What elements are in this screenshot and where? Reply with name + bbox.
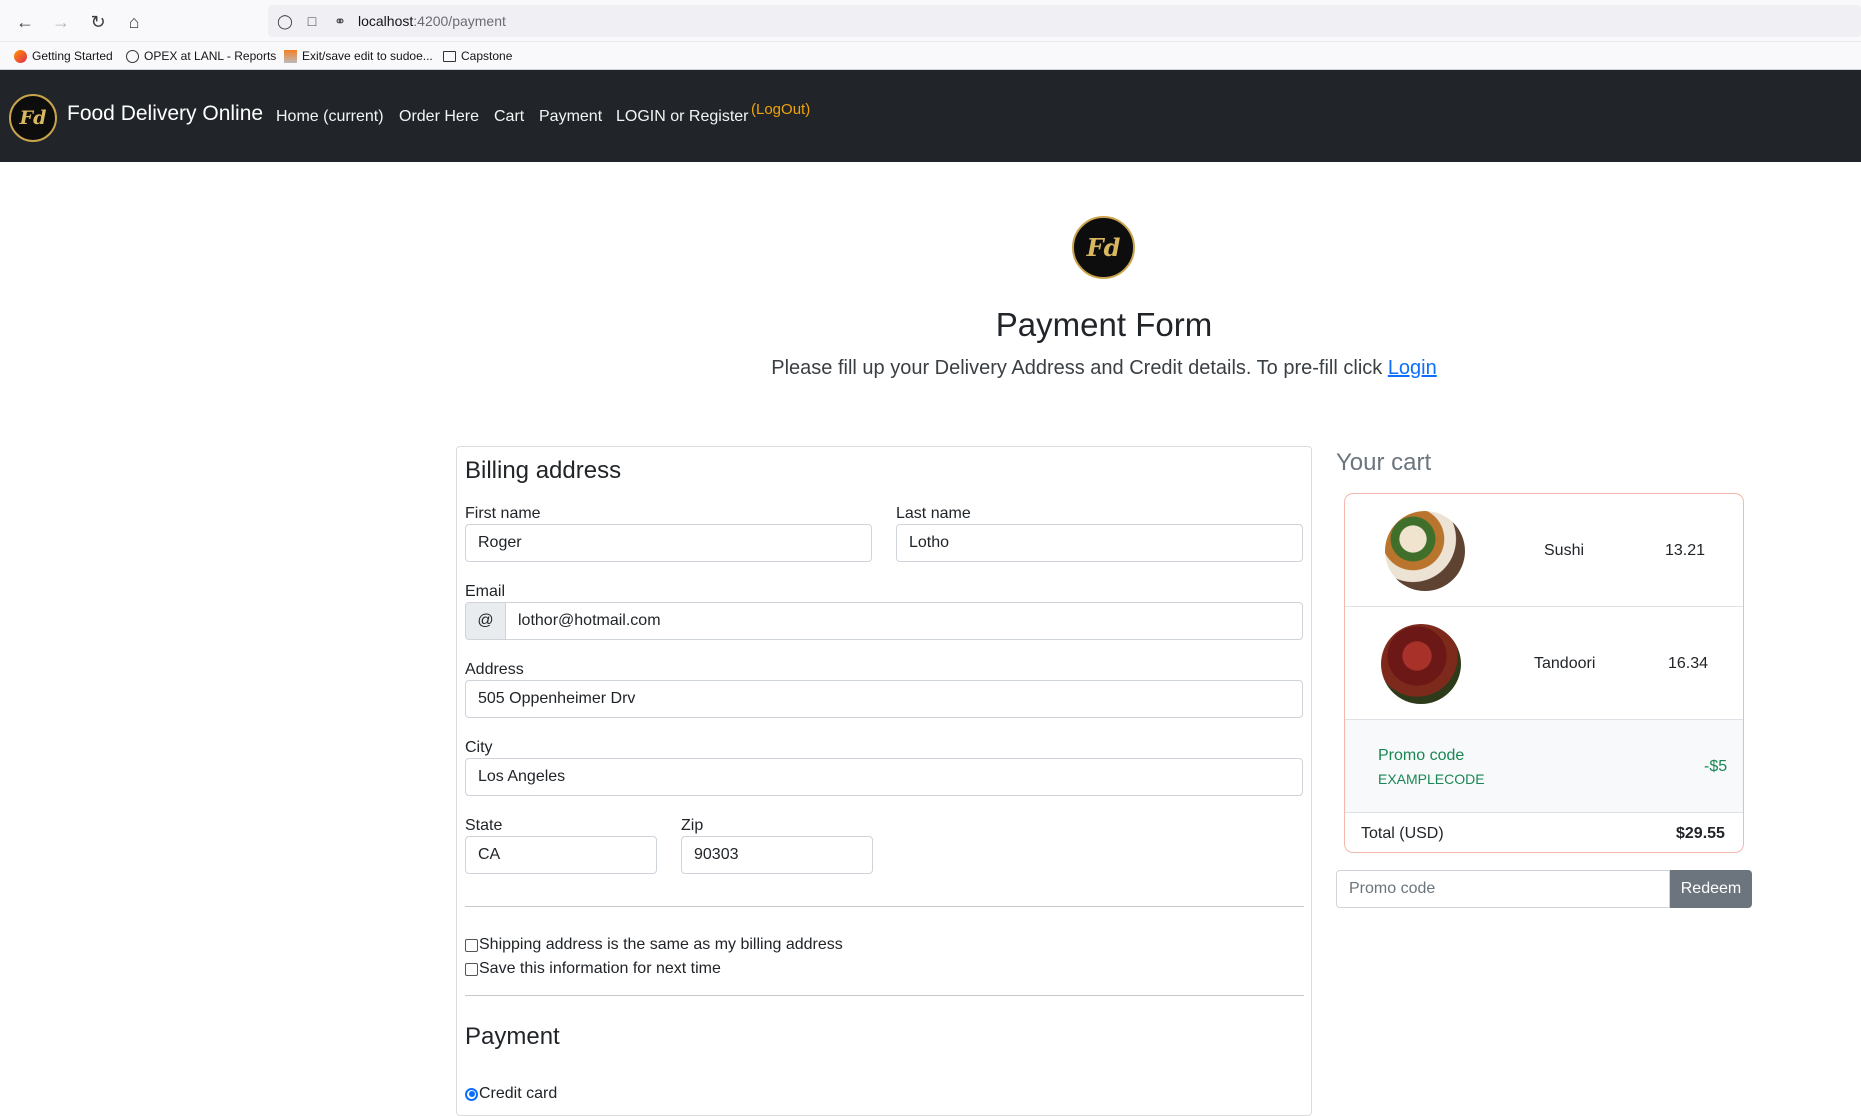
last-name-label: Last name <box>896 505 971 522</box>
forward-icon[interactable]: → <box>48 9 74 35</box>
promo-amount: -$5 <box>1704 758 1728 775</box>
credit-card-radio[interactable] <box>465 1087 478 1101</box>
email-at-prefix: @ <box>465 602 506 640</box>
logout-link[interactable]: (LogOut) <box>751 101 810 118</box>
page-icon[interactable]: □ <box>299 8 325 34</box>
login-link[interactable]: Login <box>1388 357 1437 379</box>
bookmark-label: Capstone <box>461 49 513 63</box>
back-icon[interactable]: ← <box>12 9 38 35</box>
save-info-checkbox[interactable] <box>465 962 478 976</box>
navbar: Fd Food Delivery Online Home (current) O… <box>0 70 1861 162</box>
cart-item-price: 13.21 <box>1665 542 1706 559</box>
url-host: localhost <box>358 13 414 29</box>
nav-order-here[interactable]: Order Here <box>399 108 479 126</box>
bookmark-label: Getting Started <box>32 49 113 63</box>
address-input[interactable]: 505 Oppenheimer Drv <box>465 680 1303 718</box>
cart-heading: Your cart <box>1336 449 1432 476</box>
globe-icon <box>126 49 139 63</box>
home-icon[interactable]: ⌂ <box>121 9 147 35</box>
nav-login-register[interactable]: LOGIN or Register <box>616 108 748 126</box>
zip-input[interactable]: 90303 <box>681 836 873 874</box>
promo-row: Promo code EXAMPLECODE -$5 <box>1345 720 1743 813</box>
state-input[interactable]: CA <box>465 836 657 874</box>
page-title: Payment Form <box>995 306 1213 343</box>
promo-code-input[interactable]: Promo code <box>1336 870 1670 908</box>
nav-cart[interactable]: Cart <box>494 108 524 126</box>
cart-item: Tandoori 16.34 <box>1345 607 1743 720</box>
browser-toolbar: ← → ↻ ⌂ ◯ □ ⚭ localhost:4200/payment <box>0 0 1861 42</box>
bookmark-opex[interactable]: OPEX at LANL - Reports <box>126 49 276 63</box>
cart-item: Sushi 13.21 <box>1345 494 1743 607</box>
folder-icon <box>443 50 456 62</box>
state-label: State <box>465 817 503 834</box>
divider <box>465 995 1304 996</box>
first-name-label: First name <box>465 505 541 522</box>
cart-item-name: Tandoori <box>1534 655 1596 672</box>
bookmark-getting-started[interactable]: Getting Started <box>14 49 113 63</box>
lead-sentence: Please fill up your Delivery Address and… <box>771 357 1388 379</box>
city-label: City <box>465 739 493 756</box>
billing-heading: Billing address <box>465 457 622 484</box>
shield-icon[interactable]: ◯ <box>272 8 298 34</box>
last-name-input[interactable]: Lotho <box>896 524 1303 562</box>
credit-card-radio-row[interactable]: Credit card <box>465 1085 557 1103</box>
cart-list: Sushi 13.21 Tandoori 16.34 Promo code EX… <box>1344 493 1744 853</box>
tandoori-image <box>1381 624 1461 704</box>
total-value: $29.55 <box>1676 825 1725 842</box>
url-bar[interactable] <box>268 5 1861 37</box>
email-label: Email <box>465 583 506 600</box>
address-label: Address <box>465 661 524 678</box>
total-label: Total (USD) <box>1361 825 1444 842</box>
sushi-image <box>1385 511 1465 591</box>
cart-item-name: Sushi <box>1544 542 1585 559</box>
nav-payment[interactable]: Payment <box>539 108 602 126</box>
bookmark-exit-save[interactable]: Exit/save edit to sudoe... <box>284 49 433 63</box>
divider <box>465 906 1304 907</box>
bookmark-label: Exit/save edit to sudoe... <box>302 49 433 63</box>
reload-icon[interactable]: ↻ <box>85 9 111 35</box>
url-text[interactable]: localhost:4200/payment <box>358 13 506 29</box>
url-path: :4200/payment <box>413 13 506 29</box>
redeem-button[interactable]: Redeem <box>1670 870 1752 908</box>
zip-label: Zip <box>681 817 704 834</box>
key-icon[interactable]: ⚭ <box>327 8 353 34</box>
promo-title: Promo code <box>1378 747 1465 764</box>
save-info-label: Save this information for next time <box>479 960 721 977</box>
same-address-checkbox[interactable] <box>465 938 478 952</box>
payment-heading: Payment <box>465 1023 560 1050</box>
firefox-icon <box>14 49 27 63</box>
bookmark-label: OPEX at LANL - Reports <box>144 49 277 63</box>
city-input[interactable]: Los Angeles <box>465 758 1303 796</box>
hero-logo: Fd <box>1072 216 1135 279</box>
stackoverflow-icon <box>284 49 297 63</box>
cart-item-price: 16.34 <box>1668 655 1709 672</box>
same-address-checkbox-row[interactable]: Shipping address is the same as my billi… <box>465 936 843 954</box>
first-name-input[interactable]: Roger <box>465 524 872 562</box>
total-row: Total (USD) $29.55 <box>1345 813 1743 852</box>
lead-text: Please fill up your Delivery Address and… <box>0 357 1861 380</box>
brand-name[interactable]: Food Delivery Online <box>67 102 263 126</box>
credit-card-label: Credit card <box>479 1085 558 1102</box>
bookmarks-bar: Getting Started OPEX at LANL - Reports E… <box>0 42 1861 70</box>
email-input[interactable]: lothor@hotmail.com <box>505 602 1303 640</box>
save-info-checkbox-row[interactable]: Save this information for next time <box>465 960 721 978</box>
brand-logo[interactable]: Fd <box>9 94 57 142</box>
same-address-label: Shipping address is the same as my billi… <box>479 936 843 953</box>
nav-home[interactable]: Home (current) <box>276 108 384 126</box>
bookmark-capstone[interactable]: Capstone <box>443 49 512 63</box>
promo-code-text: EXAMPLECODE <box>1378 771 1485 787</box>
